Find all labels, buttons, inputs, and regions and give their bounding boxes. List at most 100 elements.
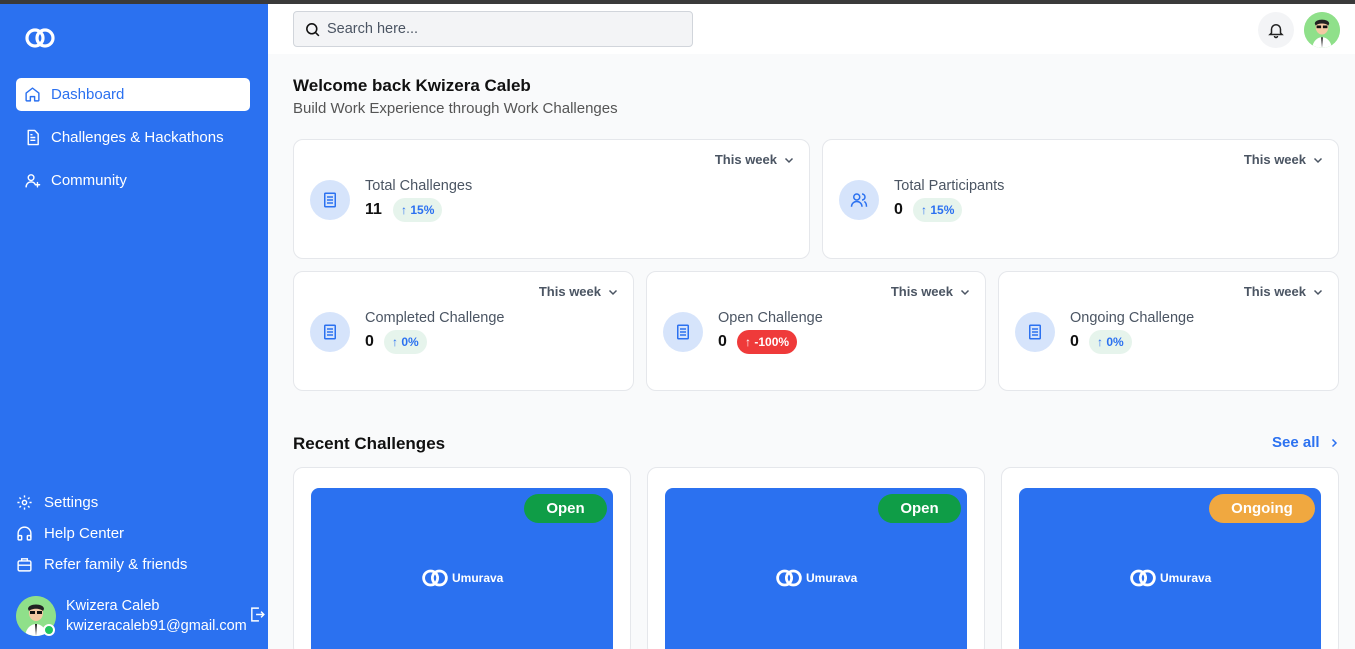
header-avatar[interactable] [1304,12,1340,48]
chevron-down-icon [1313,289,1323,295]
notifications-button[interactable] [1258,12,1294,48]
online-status-indicator [43,624,55,636]
sidebar-item-label: Help Center [44,524,125,542]
welcome-heading: Welcome back Kwizera Caleb [293,76,531,95]
challenge-card[interactable]: Ongoing Umurava [1001,467,1339,649]
document-icon [27,129,39,146]
change-badge: ↑ -100% [737,330,798,354]
period-label: This week [890,284,953,299]
stat-card-open: This week Open Challenge 0 ↑ -100% [646,271,986,391]
sidebar-item-label: Settings [44,493,99,511]
users-icon [850,193,868,207]
stat-icon [310,312,350,352]
brand-name: Umurava [1160,571,1212,585]
avatar-illustration-icon [1304,12,1340,48]
chevron-right-icon [1331,438,1337,447]
user-email: kwizeracaleb91@gmail.com [66,618,247,634]
change-value: 0% [1106,335,1124,349]
brand-name: Umurava [452,571,504,585]
challenge-card[interactable]: Open Umurava [647,467,985,649]
stat-card-ongoing: This week Ongoing Challenge 0 ↑ 0% [998,271,1339,391]
search-icon [306,22,320,36]
challenge-banner: Open Umurava [665,488,967,649]
stat-value: 0 [1070,333,1079,350]
change-badge: ↑ 0% [1089,330,1132,354]
stat-icon [1015,312,1055,352]
sidebar-item-label: Dashboard [51,86,125,103]
change-badge: ↑ 15% [393,198,443,222]
sidebar-item-label: Refer family & friends [44,555,188,573]
sidebar-item-community[interactable]: Community [16,164,250,197]
stat-label: Open Challenge [718,310,823,326]
period-dropdown[interactable]: This week [539,284,619,299]
period-dropdown[interactable]: This week [891,284,971,299]
change-value: 0% [401,335,419,349]
chevron-down-icon [960,289,970,295]
challenge-banner: Open Umurava [311,488,613,649]
stat-label: Total Participants [894,178,1005,194]
sidebar-item-settings[interactable]: Settings [16,490,98,514]
period-label: This week [538,284,601,299]
stat-value: 0 [718,333,727,350]
status-badge: Open [878,494,961,523]
sidebar-item-dashboard[interactable]: Dashboard [16,78,250,111]
status-badge: Open [524,494,607,523]
stat-value: 0 [894,201,903,218]
sidebar: Dashboard Challenges & Hackathons Commun… [0,4,268,649]
stat-icon [663,312,703,352]
recent-challenges-heading: Recent Challenges [293,434,446,453]
see-all-label: See all [1272,434,1320,451]
period-dropdown[interactable]: This week [715,152,795,167]
user-plus-icon [25,174,41,188]
chevron-down-icon [1313,157,1323,163]
bell-icon [1268,24,1284,39]
period-dropdown[interactable]: This week [1244,152,1324,167]
brand-logo: Umurava [421,567,503,589]
document-icon [677,324,689,340]
stat-card-completed: This week Completed Challenge 0 ↑ 0% [293,271,634,391]
sidebar-item-help[interactable]: Help Center [16,521,124,545]
challenge-banner: Ongoing Umurava [1019,488,1321,649]
top-header [268,4,1355,54]
document-icon [1029,324,1041,340]
stat-label: Completed Challenge [365,310,505,326]
period-label: This week [1243,152,1306,167]
sidebar-item-label: Community [51,172,127,189]
sidebar-item-refer[interactable]: Refer family & friends [16,552,187,576]
headphones-icon [17,525,32,541]
period-dropdown[interactable]: This week [1244,284,1324,299]
welcome-subtitle: Build Work Experience through Work Chall… [293,100,618,117]
user-profile: Kwizera Caleb kwizeracaleb91@gmail.com [16,596,266,640]
home-icon [25,87,40,102]
sidebar-item-challenges[interactable]: Challenges & Hackathons [16,121,250,154]
chevron-down-icon [608,289,618,295]
challenge-card[interactable]: Open Umurava [293,467,631,649]
umurava-logo-icon [1130,569,1156,587]
chevron-down-icon [784,157,794,163]
document-icon [324,192,336,208]
change-badge: ↑ 0% [384,330,427,354]
search-bar[interactable] [293,11,693,47]
stat-label: Total Challenges [365,178,473,194]
change-value: -100% [754,335,790,349]
stat-value: 0 [365,333,374,350]
brand-logo: Umurava [1129,567,1211,589]
stat-value: 11 [365,201,382,218]
document-icon [324,324,336,340]
umurava-logo-icon[interactable] [24,26,56,50]
stat-label: Ongoing Challenge [1070,310,1195,326]
stat-card-total-challenges: This week Total Challenges 11 ↑ 15% [293,139,810,259]
brand-logo: Umurava [775,567,857,589]
umurava-logo-icon [776,569,802,587]
user-name: Kwizera Caleb [66,598,160,614]
period-label: This week [714,152,777,167]
search-input[interactable] [327,21,667,37]
see-all-link[interactable]: See all [1272,434,1340,451]
stat-card-total-participants: This week Total Participants 0 ↑ 15% [822,139,1339,259]
gear-icon [17,494,32,510]
umurava-logo-icon [422,569,448,587]
stat-icon [839,180,879,220]
change-badge: ↑ 15% [913,198,963,222]
logout-icon[interactable] [249,606,266,623]
briefcase-icon [17,557,32,572]
